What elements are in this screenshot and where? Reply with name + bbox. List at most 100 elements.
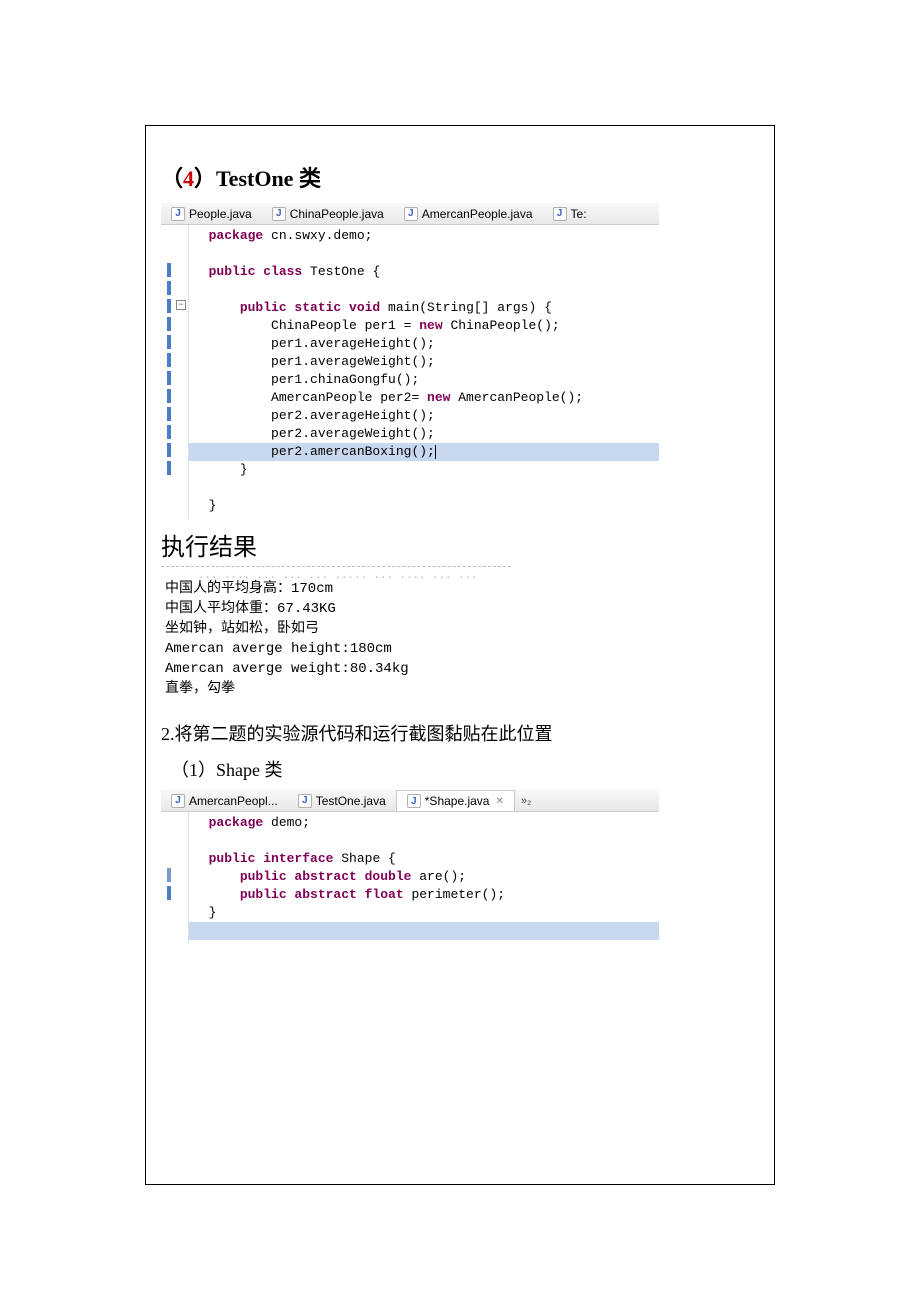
editor-tab[interactable]: JAmercanPeople.java (394, 203, 543, 225)
code-editor-1[interactable]: − package cn.swxy.demo; public class Tes… (161, 225, 659, 519)
gutter-row (161, 423, 188, 441)
tab-label: People.java (189, 207, 252, 221)
gutter-2 (161, 812, 189, 944)
keyword: package (209, 228, 264, 243)
code-line[interactable]: per1.chinaGongfu(); (189, 371, 659, 389)
gutter-row (161, 225, 188, 243)
editor-tab[interactable]: JTe: (543, 203, 597, 225)
code-text: main(String[] args) { (380, 300, 552, 315)
code-text: per1.averageHeight(); (271, 336, 435, 351)
close-tab-icon[interactable]: ✕ (495, 796, 503, 807)
java-file-icon: J (407, 794, 421, 808)
tab-bar-1: J People.java JChinaPeople.javaJAmercanPeo… (161, 203, 659, 225)
java-file-icon: J (553, 207, 567, 221)
gutter-row (161, 920, 188, 938)
change-marker-icon (167, 389, 171, 403)
keyword: public abstract double (240, 869, 412, 884)
code-text: AmercanPeople(); (450, 390, 583, 405)
java-file-icon: J (272, 207, 286, 221)
gutter-row (161, 261, 188, 279)
java-file-icon: J (404, 207, 418, 221)
change-marker-icon (167, 281, 171, 295)
change-marker-icon (167, 299, 171, 313)
gutter-row (161, 902, 188, 920)
console-line: Amercan averge height:180cm (165, 639, 511, 659)
java-file-icon: J (171, 207, 185, 221)
code-text: TestOne { (302, 264, 380, 279)
gutter-row (161, 243, 188, 261)
code-text: ChinaPeople(); (443, 318, 560, 333)
code-line[interactable]: per1.averageWeight(); (189, 353, 659, 371)
editor-tab[interactable]: JAmercanPeopl... (161, 790, 288, 812)
result-heading: 执行结果 (161, 527, 759, 562)
console-line: 坐如钟，站如松，卧如弓 (165, 619, 511, 639)
gutter-row (161, 830, 188, 848)
paren-close: ） (194, 166, 216, 191)
fold-toggle-icon[interactable]: − (176, 300, 186, 310)
gutter-row (161, 333, 188, 351)
editor-tab[interactable]: J *Shape.java ✕ (396, 790, 515, 812)
code-text: demo; (263, 815, 310, 830)
editor-tab[interactable]: JTestOne.java (288, 790, 396, 812)
code-line[interactable]: public static void main(String[] args) { (189, 299, 659, 317)
code-area-2[interactable]: package demo; public interface Shape { p… (189, 812, 659, 944)
keyword: public abstract float (240, 887, 404, 902)
gutter-row (161, 459, 188, 477)
code-line[interactable] (189, 245, 659, 263)
code-line[interactable]: public abstract double are(); (189, 868, 659, 886)
keyword: public interface (209, 851, 334, 866)
code-editor-2[interactable]: package demo; public interface Shape { p… (161, 812, 659, 944)
code-line[interactable] (189, 479, 659, 497)
gutter-row (161, 369, 188, 387)
code-text: } (240, 462, 248, 477)
code-line[interactable]: ChinaPeople per1 = new ChinaPeople(); (189, 317, 659, 335)
change-marker-icon (167, 335, 171, 349)
editor-shape: JAmercanPeopl...JTestOne.java J *Shape.jav… (161, 790, 659, 944)
code-line[interactable]: per2.averageWeight(); (189, 425, 659, 443)
editor-tab[interactable]: JChinaPeople.java (262, 203, 394, 225)
code-text: per2.averageWeight(); (271, 426, 435, 441)
keyword: new (427, 390, 450, 405)
code-line[interactable]: public class TestOne { (189, 263, 659, 281)
console-line: Amercan averge weight:80.34kg (165, 659, 511, 679)
code-line[interactable] (189, 281, 659, 299)
tab-label: *Shape.java (425, 794, 490, 808)
tab-overflow-icon[interactable]: »₂ (515, 795, 537, 807)
gutter-1: − (161, 225, 189, 519)
change-marker-icon (167, 886, 171, 900)
gutter-row: − (161, 297, 188, 315)
code-line[interactable]: public abstract float perimeter(); (189, 886, 659, 904)
gutter-row (161, 279, 188, 297)
paren-open: （ (161, 166, 183, 191)
code-line[interactable]: per1.averageHeight(); (189, 335, 659, 353)
keyword: public class (209, 264, 303, 279)
tab-label: TestOne.java (316, 794, 386, 808)
console-line: 中国人的平均身高：170cm (165, 579, 511, 599)
code-line[interactable]: } (189, 497, 659, 515)
console-line: 中国人平均体重：67.43KG (165, 599, 511, 619)
code-line[interactable]: package demo; (189, 814, 659, 832)
code-line[interactable] (189, 832, 659, 850)
code-line[interactable]: per2.amercanBoxing(); (189, 443, 659, 461)
code-line[interactable]: public interface Shape { (189, 850, 659, 868)
keyword: public static void (240, 300, 380, 315)
code-line[interactable]: package cn.swxy.demo; (189, 227, 659, 245)
tab-label: AmercanPeopl... (189, 794, 278, 808)
gutter-row (161, 351, 188, 369)
code-line[interactable]: } (189, 904, 659, 922)
code-line[interactable]: per2.averageHeight(); (189, 407, 659, 425)
gutter-row (161, 315, 188, 333)
text-cursor (435, 445, 436, 459)
tab-bar-2: JAmercanPeopl...JTestOne.java J *Shape.jav… (161, 790, 659, 812)
code-text: perimeter(); (404, 887, 505, 902)
gutter-row (161, 405, 188, 423)
code-line[interactable] (189, 922, 659, 940)
keyword: new (419, 318, 442, 333)
change-marker-icon (167, 425, 171, 439)
code-line[interactable]: AmercanPeople per2= new AmercanPeople(); (189, 389, 659, 407)
gutter-row (161, 884, 188, 902)
code-text: cn.swxy.demo; (263, 228, 372, 243)
code-area-1[interactable]: package cn.swxy.demo; public class TestO… (189, 225, 659, 519)
code-line[interactable]: } (189, 461, 659, 479)
editor-tab[interactable]: J People.java (161, 203, 262, 225)
